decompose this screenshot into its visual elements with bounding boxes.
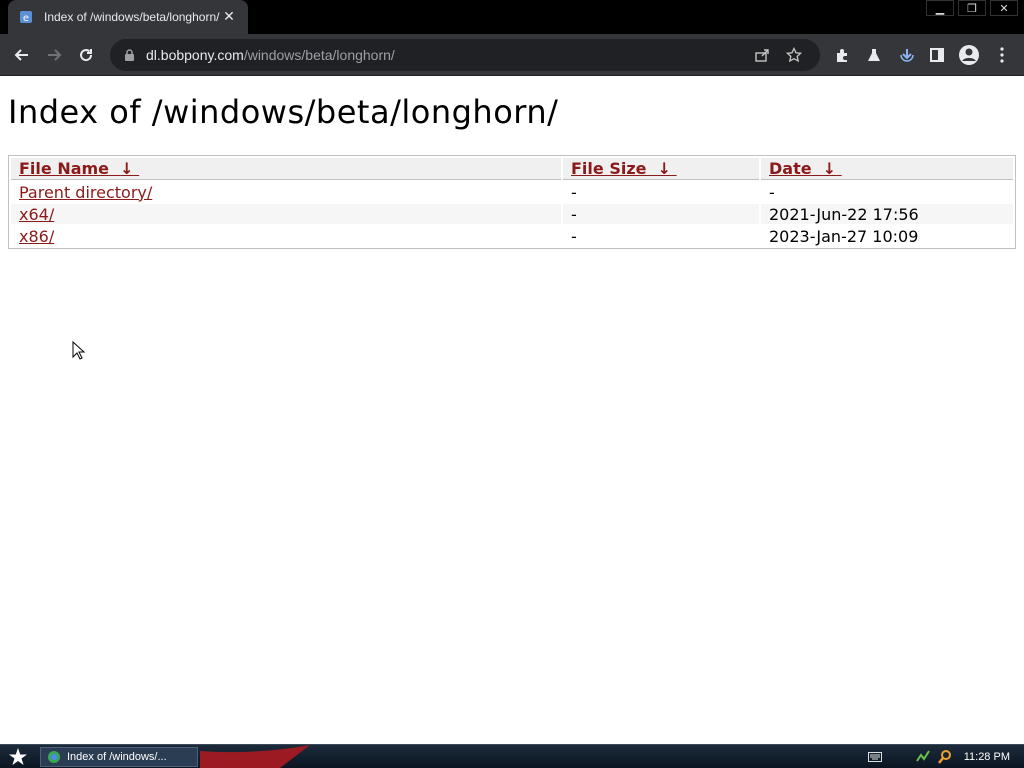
file-size-cell: -	[571, 182, 577, 202]
extensions-icon[interactable]	[828, 41, 856, 69]
window-close-button[interactable]: ✕	[990, 0, 1018, 16]
tab-title: Index of /windows/beta/longhorn/	[44, 10, 220, 24]
page-content: Index of /windows/beta/longhorn/ File Na…	[0, 77, 1024, 744]
keyboard-icon[interactable]	[866, 748, 884, 766]
taskbar-decoration	[200, 745, 310, 768]
url-text[interactable]: dl.bobpony.com/windows/beta/longhorn/	[146, 47, 744, 63]
file-size-cell: -	[571, 226, 577, 246]
labs-flask-icon[interactable]	[860, 41, 888, 69]
reload-icon	[80, 49, 93, 62]
column-header-name: File Name ↓	[11, 158, 561, 180]
start-star-icon	[9, 748, 27, 765]
x64-folder-link[interactable]: x64/	[19, 205, 54, 224]
file-name-cell: x86/	[11, 226, 561, 246]
mouse-cursor-icon	[72, 341, 86, 360]
start-button[interactable]	[4, 746, 32, 768]
file-name-cell: x64/	[11, 204, 561, 224]
window-controls: ▁ ❐ ✕	[922, 0, 1018, 18]
column-label: File Name	[19, 159, 110, 178]
back-button[interactable]	[8, 41, 36, 69]
url-path: /windows/beta/longhorn/	[243, 47, 395, 63]
sort-by-size-link[interactable]: File Size ↓	[571, 159, 677, 178]
column-header-date: Date ↓	[761, 158, 1013, 180]
reload-button[interactable]	[72, 41, 100, 69]
tab-close-icon[interactable]: ✕	[220, 9, 238, 25]
directory-listing-table: File Name ↓ File Size ↓ Date ↓ Parent di…	[8, 155, 1016, 249]
download-icon[interactable]	[893, 41, 921, 69]
table-header-row: File Name ↓ File Size ↓ Date ↓	[11, 158, 1013, 180]
parent-directory-link[interactable]: Parent directory/	[19, 183, 152, 202]
sort-by-name-link[interactable]: File Name ↓	[19, 159, 139, 178]
system-tray: 11:28 PM	[862, 745, 1024, 768]
search-magnifier-icon[interactable]	[936, 748, 954, 766]
profile-avatar-icon[interactable]	[955, 41, 983, 69]
lock-icon[interactable]	[122, 48, 136, 62]
date-cell: -	[769, 182, 775, 202]
x86-folder-link[interactable]: x86/	[19, 227, 54, 246]
network-icon[interactable]	[914, 748, 932, 766]
url-host: dl.bobpony.com	[146, 47, 244, 63]
page-title: Index of /windows/beta/longhorn/	[8, 93, 559, 131]
browser-tab[interactable]: e Index of /windows/beta/longhorn/ ✕	[8, 0, 248, 34]
date-cell: 2021-Jun-22 17:56	[761, 204, 1013, 224]
minimize-button[interactable]: ▁	[926, 0, 954, 16]
share-icon[interactable]	[748, 41, 776, 69]
browser-toolbar: dl.bobpony.com/windows/beta/longhorn/	[0, 34, 1024, 76]
file-name-cell: Parent directory/	[11, 182, 561, 202]
ie-favicon-icon: e	[18, 9, 34, 25]
forward-arrow-icon	[48, 49, 62, 61]
browser-globe-icon	[48, 751, 60, 763]
sort-arrow-icon: ↓	[822, 159, 837, 178]
table-row: Parent directory/ - -	[11, 182, 1013, 202]
taskbar-button-label: Index of /windows/...	[67, 751, 167, 763]
tab-strip: e Index of /windows/beta/longhorn/ ✕ ▁ ❐…	[0, 0, 1024, 34]
table-row: x64/ - 2021-Jun-22 17:56	[11, 204, 1013, 224]
svg-text:e: e	[23, 13, 29, 24]
sort-arrow-icon: ↓	[120, 159, 134, 178]
table-row: x86/ - 2023-Jan-27 10:09	[11, 226, 1013, 246]
forward-button[interactable]	[40, 41, 68, 69]
back-arrow-icon	[14, 49, 28, 61]
address-bar[interactable]: dl.bobpony.com/windows/beta/longhorn/	[110, 39, 820, 71]
side-panel-icon[interactable]	[923, 41, 951, 69]
sort-by-date-link[interactable]: Date ↓	[769, 159, 842, 178]
taskbar-browser-button[interactable]: Index of /windows/...	[40, 747, 198, 767]
taskbar: Index of /windows/... 11:28 PM	[0, 744, 1024, 768]
sort-arrow-icon: ↓	[657, 159, 672, 178]
taskbar-clock[interactable]: 11:28 PM	[964, 751, 1010, 763]
column-label: File Size	[571, 159, 647, 178]
column-header-size: File Size ↓	[563, 158, 759, 180]
file-size-cell: -	[563, 204, 759, 224]
menu-kebab-icon[interactable]	[988, 41, 1016, 69]
column-label: Date	[769, 159, 812, 178]
date-cell: 2023-Jan-27 10:09	[769, 226, 919, 246]
bookmark-star-icon[interactable]	[780, 41, 808, 69]
restore-button[interactable]: ❐	[958, 0, 986, 16]
